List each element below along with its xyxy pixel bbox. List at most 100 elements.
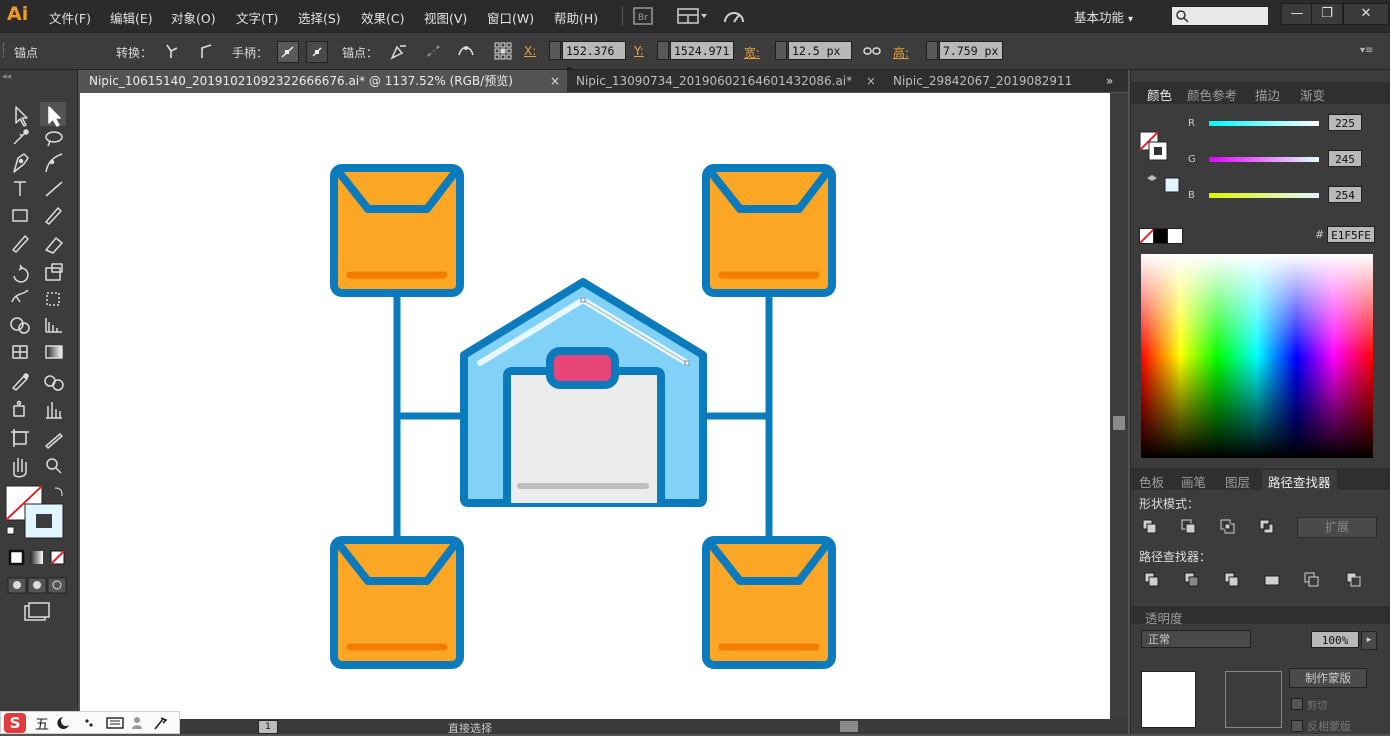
width-spinner[interactable] xyxy=(775,41,787,60)
column-graph-tool-icon[interactable] xyxy=(46,402,62,419)
expand-button[interactable]: 扩展 xyxy=(1297,517,1377,538)
envelope-box-top-left[interactable] xyxy=(330,164,464,297)
tab-pathfinder[interactable]: 路径查找器 xyxy=(1262,470,1337,493)
line-tool-icon[interactable] xyxy=(45,181,63,197)
mesh-tool-icon[interactable] xyxy=(12,345,28,359)
fill-stroke-mini-swatch[interactable] xyxy=(1137,110,1192,200)
grip-handle[interactable] xyxy=(3,43,7,57)
menu-window[interactable]: 窗口(W) xyxy=(487,8,534,27)
color-mode-buttons[interactable] xyxy=(8,549,65,566)
tab-close-icon[interactable]: × xyxy=(550,70,560,92)
slice-tool-icon[interactable] xyxy=(45,433,63,449)
panel-menu-icon[interactable]: ▾≡ xyxy=(1360,45,1373,56)
gpu-performance-icon[interactable] xyxy=(722,6,746,26)
curvature-tool-icon[interactable] xyxy=(45,153,63,173)
perspective-grid-tool-icon[interactable] xyxy=(45,318,62,333)
width-tool-icon[interactable] xyxy=(11,289,29,303)
color-spectrum[interactable] xyxy=(1141,254,1373,458)
tab-close-icon[interactable]: × xyxy=(866,70,876,92)
symbol-sprayer-tool-icon[interactable] xyxy=(13,400,25,417)
tab-document-1[interactable]: Nipic_10615140_20191021092322666676.ai* … xyxy=(80,70,567,92)
scale-tool-icon[interactable] xyxy=(45,263,63,281)
shape-mode-buttons[interactable] xyxy=(1141,517,1291,537)
free-transform-tool-icon[interactable] xyxy=(46,292,60,306)
lasso-tool-icon[interactable] xyxy=(45,131,63,147)
tabs-overflow-button[interactable]: » xyxy=(1106,70,1126,92)
blend-mode-select[interactable]: 正常 xyxy=(1141,630,1251,648)
menu-type[interactable]: 文字(T) xyxy=(236,8,278,27)
default-colors-icon[interactable] xyxy=(6,526,15,535)
hide-handles-icon[interactable] xyxy=(306,41,328,63)
tab-layers[interactable]: 图层 xyxy=(1225,472,1250,491)
tab-transparency[interactable]: 透明度 xyxy=(1145,608,1183,627)
zoom-tool-icon[interactable] xyxy=(46,458,62,474)
pencil-tool-icon[interactable] xyxy=(12,235,29,253)
gradient-tool-icon[interactable] xyxy=(45,345,63,359)
eraser-tool-icon[interactable] xyxy=(45,237,63,254)
draw-mode-buttons[interactable] xyxy=(7,577,67,594)
tab-brushes[interactable]: 画笔 xyxy=(1181,472,1206,491)
menu-edit[interactable]: 编辑(E) xyxy=(110,8,153,27)
make-mask-button[interactable]: 制作蒙版 xyxy=(1289,668,1367,688)
hand-tool-icon[interactable] xyxy=(13,458,27,478)
show-handles-icon[interactable] xyxy=(277,41,299,63)
scrollbar-thumb[interactable] xyxy=(1113,416,1125,430)
direct-selection-tool-icon[interactable] xyxy=(40,102,66,127)
horizontal-scroll-thumb[interactable] xyxy=(840,721,858,732)
collapse-icon[interactable]: ◂◂ xyxy=(2,72,11,82)
tab-swatches[interactable]: 色板 xyxy=(1139,472,1164,491)
bridge-icon[interactable]: Br xyxy=(632,6,654,26)
selection-tool-icon[interactable] xyxy=(15,106,28,127)
tab-color[interactable]: 颜色 xyxy=(1147,85,1172,104)
opacity-dropdown-icon[interactable]: ▸ xyxy=(1361,631,1377,650)
invert-mask-checkbox[interactable] xyxy=(1291,720,1303,732)
tab-gradient[interactable]: 渐变 xyxy=(1300,85,1325,104)
x-field[interactable]: 152.376 p xyxy=(562,41,626,77)
tab-document-2[interactable]: Nipic_13090734_20190602164601432086.ai* × xyxy=(576,70,880,92)
swap-fill-stroke-icon[interactable] xyxy=(54,487,63,497)
menu-view[interactable]: 视图(V) xyxy=(424,8,467,27)
paintbrush-tool-icon[interactable] xyxy=(45,207,62,225)
menu-file[interactable]: 文件(F) xyxy=(49,8,91,27)
artboard-tool-icon[interactable] xyxy=(11,429,29,447)
cut-path-icon[interactable] xyxy=(456,41,476,61)
x-spinner[interactable] xyxy=(549,41,561,60)
restore-button[interactable]: ❐ xyxy=(1311,3,1343,25)
menu-effect[interactable]: 效果(C) xyxy=(361,8,404,27)
convert-smooth-icon[interactable] xyxy=(196,41,216,61)
close-button[interactable]: ✕ xyxy=(1343,3,1389,25)
vertical-scrollbar[interactable] xyxy=(1110,93,1128,719)
tab-document-3[interactable]: Nipic_29842067_2019082911 xyxy=(893,70,1088,92)
workspace-switcher[interactable]: 基本功能 ▾ xyxy=(1074,7,1133,26)
g-slider[interactable] xyxy=(1209,157,1319,162)
screen-mode-icon[interactable] xyxy=(24,602,50,621)
b-slider[interactable] xyxy=(1209,193,1319,198)
arrange-documents-icon[interactable] xyxy=(676,6,710,26)
convert-corner-icon[interactable] xyxy=(162,41,182,61)
width-field[interactable]: 12.5 px xyxy=(788,41,852,60)
tab-color-guide[interactable]: 颜色参考 xyxy=(1187,85,1237,104)
height-spinner[interactable] xyxy=(926,41,938,60)
artboard-canvas[interactable] xyxy=(80,93,1110,719)
envelope-box-bottom-right[interactable] xyxy=(702,536,836,669)
artboard-number-field[interactable]: 1 xyxy=(258,720,278,734)
blend-tool-icon[interactable] xyxy=(44,375,64,391)
menu-select[interactable]: 选择(S) xyxy=(298,8,341,27)
menu-help[interactable]: 帮助(H) xyxy=(554,8,598,27)
g-value-field[interactable]: 245 xyxy=(1328,150,1362,167)
minimize-button[interactable]: — xyxy=(1281,3,1313,25)
envelope-box-bottom-left[interactable] xyxy=(330,536,464,669)
menu-object[interactable]: 对象(O) xyxy=(171,8,216,27)
warehouse[interactable] xyxy=(460,278,707,507)
sogou-logo[interactable]: S xyxy=(4,713,26,733)
remove-anchor-icon[interactable] xyxy=(389,41,409,61)
clip-checkbox[interactable] xyxy=(1291,698,1303,710)
transform-reference-icon[interactable] xyxy=(493,41,513,61)
link-proportions-icon[interactable] xyxy=(862,41,882,61)
hex-value-field[interactable]: E1F5FE xyxy=(1327,226,1375,243)
pathfinder-buttons[interactable] xyxy=(1141,570,1381,590)
y-field[interactable]: 1524.971 xyxy=(670,41,734,60)
search-help-input[interactable] xyxy=(1171,6,1269,26)
b-value-field[interactable]: 254 xyxy=(1328,186,1362,203)
magic-wand-tool-icon[interactable] xyxy=(13,129,29,145)
